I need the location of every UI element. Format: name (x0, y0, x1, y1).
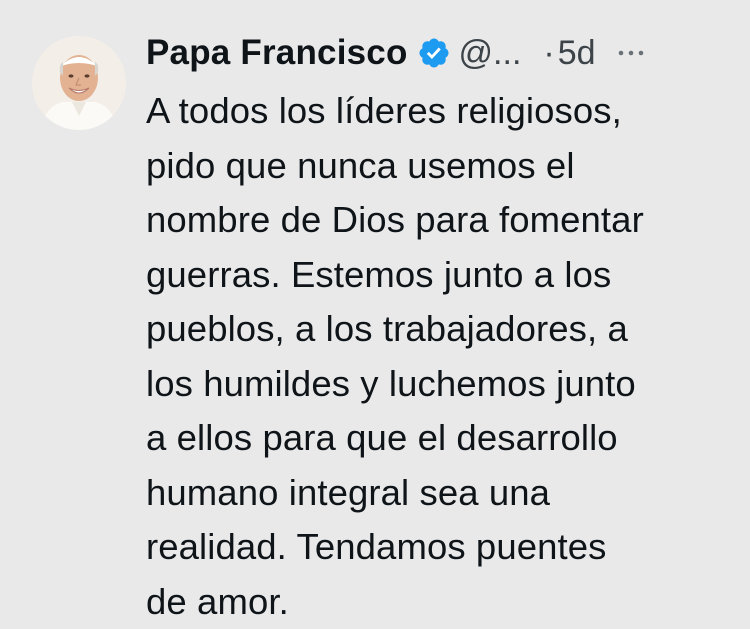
author-avatar[interactable] (32, 36, 126, 130)
tweet-text-line: A todos los líderes religiosos, (146, 84, 736, 139)
verified-badge-icon (417, 36, 451, 70)
separator-dot: · (543, 34, 554, 73)
more-horizontal-icon[interactable] (616, 48, 646, 58)
tweet-text-line: pido que nunca usemos el (146, 139, 736, 194)
tweet-text-line: nombre de Dios para fomentar (146, 193, 736, 248)
tweet-text-line: de amor. (146, 575, 736, 629)
tweet-timestamp[interactable]: 5d (558, 34, 596, 73)
tweet-text-line: humano integral sea una (146, 466, 736, 521)
tweet-text-line: realidad. Tendamos puentes (146, 520, 736, 575)
tweet-card[interactable]: Papa Francisco @... · 5d A todos los líd… (0, 0, 750, 627)
tweet-text-line: pueblos, a los trabajadores, a (146, 302, 736, 357)
tweet-text: A todos los líderes religiosos, pido que… (146, 84, 736, 629)
tweet-text-line: los humildes y luchemos junto (146, 357, 736, 412)
author-handle[interactable]: @... (459, 34, 522, 73)
author-name[interactable]: Papa Francisco (146, 33, 408, 73)
tweet-header: Papa Francisco @... · 5d (146, 24, 726, 82)
tweet-text-line: a ellos para que el desarrollo (146, 411, 736, 466)
tweet-text-line: guerras. Estemos junto a los (146, 248, 736, 303)
